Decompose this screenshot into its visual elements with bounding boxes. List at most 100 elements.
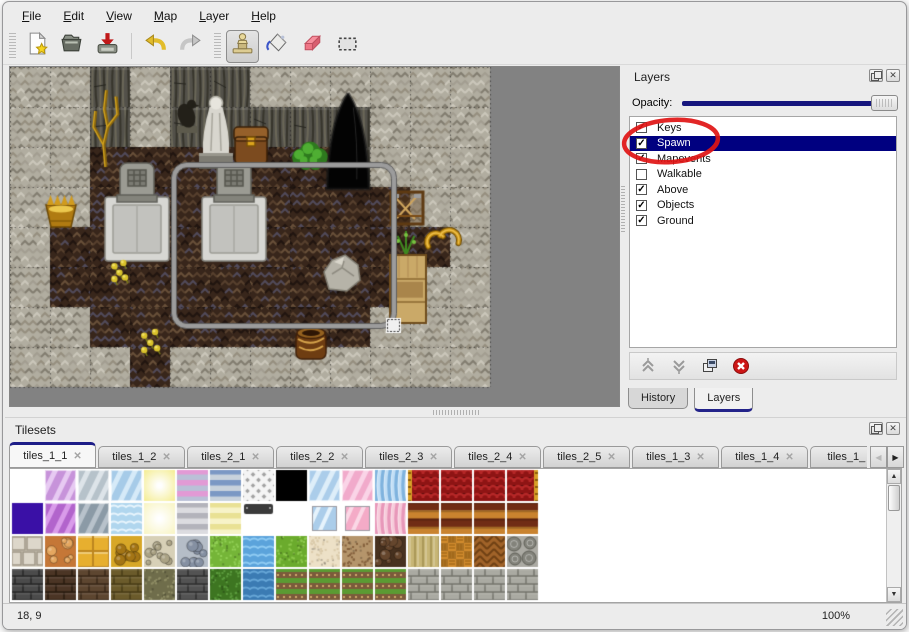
eraser-tool-icon: [300, 31, 325, 61]
redo-button[interactable]: [174, 30, 207, 63]
layer-checkbox[interactable]: ✓: [636, 138, 647, 149]
menu-edit[interactable]: Edit: [52, 6, 95, 27]
opacity-slider-handle[interactable]: [871, 95, 898, 111]
tilesets-panel-title: Tilesets: [15, 423, 56, 437]
menu-view[interactable]: View: [95, 6, 143, 27]
rect-select-tool-icon: [335, 31, 360, 61]
tileset-tab-tiles_1_[interactable]: tiles_1_✕: [810, 446, 867, 468]
menu-label: Edit: [63, 9, 84, 23]
layer-checkbox[interactable]: [636, 169, 647, 180]
tileset-tab-label: tiles_2_4: [468, 451, 512, 463]
menu-help[interactable]: Help: [240, 6, 287, 27]
layer-toolbar: [629, 352, 897, 380]
stamp-tool-icon: [230, 31, 255, 61]
save-file-icon: [95, 31, 120, 61]
layer-row-ground[interactable]: ✓Ground: [630, 213, 896, 229]
tab-close-icon[interactable]: ✕: [162, 452, 170, 463]
scrollbar-thumb[interactable]: [888, 485, 900, 511]
layer-row-walkable[interactable]: Walkable: [630, 167, 896, 183]
tileset-tab-label: tiles_2_1: [201, 451, 245, 463]
move-layer-down-button[interactable]: [670, 357, 688, 375]
map-view[interactable]: [9, 66, 620, 407]
tileset-tab-tiles_2_2[interactable]: tiles_2_2 ✕: [276, 446, 363, 468]
open-file-button[interactable]: [56, 30, 89, 63]
tileset-tab-label: tiles_2_2: [290, 451, 334, 463]
tab-close-icon[interactable]: ✕: [785, 452, 793, 463]
tab-scroll-left-icon[interactable]: ◀: [870, 446, 887, 468]
delete-layer-button[interactable]: [732, 357, 750, 375]
tileset-tab-tiles_1_4[interactable]: tiles_1_4✕: [721, 446, 808, 468]
toolbar-drag-handle[interactable]: [9, 33, 16, 59]
tileset-tab-tiles_2_5[interactable]: tiles_2_5✕: [543, 446, 630, 468]
tab-scroll-right-icon[interactable]: ▶: [887, 446, 904, 468]
zoom-level: 100%: [822, 610, 850, 622]
opacity-row: Opacity:: [632, 93, 898, 112]
save-file-button[interactable]: [91, 30, 124, 63]
layer-row-objects[interactable]: ✓Objects: [630, 198, 896, 214]
status-bar: 18, 9 100%: [3, 603, 906, 629]
tileset-tab-tiles_2_3[interactable]: tiles_2_3 ✕: [365, 446, 452, 468]
tileset-tabbar: tiles_1_1✕tiles_1_2✕ tiles_2_1 ✕ tiles_2_2 ✕…: [9, 442, 867, 468]
tab-close-icon[interactable]: ✕: [73, 451, 81, 462]
tilesets-panel-close-button[interactable]: ✕: [886, 422, 900, 435]
tab-close-icon[interactable]: ✕: [340, 452, 348, 463]
menu-map[interactable]: Map: [143, 6, 188, 27]
toolbar-drag-handle[interactable]: [214, 33, 221, 59]
toolbar-separator: [131, 33, 132, 59]
layer-row-spawn[interactable]: ✓ Spawn: [630, 136, 896, 152]
layer-row-keys[interactable]: ✓Keys: [630, 120, 896, 136]
rect-select-tool-button[interactable]: [331, 30, 364, 63]
tileset-tab-tiles_1_3[interactable]: tiles_1_3 ✕: [632, 446, 719, 468]
map-canvas[interactable]: [10, 67, 619, 406]
layers-panel-title: Layers: [634, 70, 670, 84]
menu-label: View: [106, 9, 132, 23]
dock-tab-layers[interactable]: Layers: [694, 388, 753, 412]
tab-close-icon[interactable]: ✕: [518, 452, 526, 463]
fill-tool-button[interactable]: [261, 30, 294, 63]
tileset-tab-tiles_1_1[interactable]: tiles_1_1✕: [9, 442, 96, 468]
layer-checkbox[interactable]: ✓: [636, 153, 647, 164]
resize-grip[interactable]: [886, 609, 903, 626]
tab-close-icon[interactable]: ✕: [607, 452, 615, 463]
move-layer-up-button[interactable]: [639, 357, 657, 375]
tileset-tab-tiles_2_4[interactable]: tiles_2_4 ✕: [454, 446, 541, 468]
layer-list: ✓Keys✓Spawn✓MapeventsWalkable✓Above✓Obje…: [629, 116, 897, 348]
layers-panel-titlebar: Layers ✕: [626, 66, 904, 88]
duplicate-layer-button[interactable]: [701, 357, 719, 375]
layer-checkbox[interactable]: ✓: [636, 122, 647, 133]
layer-checkbox[interactable]: ✓: [636, 215, 647, 226]
cursor-position: 18, 9: [17, 610, 41, 622]
layer-checkbox[interactable]: ✓: [636, 200, 647, 211]
layer-row-mapevents[interactable]: ✓Mapevents: [630, 151, 896, 167]
menu-file[interactable]: File: [11, 6, 52, 27]
layer-name: Spawn: [657, 137, 691, 149]
tab-close-icon[interactable]: ✕: [251, 452, 259, 463]
tileset-tab-tiles_2_1[interactable]: tiles_2_1 ✕: [187, 446, 274, 468]
tileset-scrollbar[interactable]: ▲ ▼: [886, 469, 901, 602]
undo-icon: [143, 31, 168, 61]
new-file-button[interactable]: [21, 30, 54, 63]
tileset-tab-tiles_1_2[interactable]: tiles_1_2✕: [98, 446, 185, 468]
tab-close-icon[interactable]: ✕: [696, 452, 704, 463]
tileset-tab-label: tiles_2_3: [379, 451, 423, 463]
layers-panel-close-button[interactable]: ✕: [886, 69, 900, 82]
tilesets-panel: Tilesets ✕ tiles_1_1✕tiles_1_2✕tiles_2_1…: [5, 417, 906, 604]
splitter-grip-icon: [433, 410, 479, 415]
horizontal-splitter[interactable]: [3, 407, 621, 417]
undo-button[interactable]: [139, 30, 172, 63]
stamp-tool-button[interactable]: [226, 30, 259, 63]
opacity-slider[interactable]: [680, 94, 898, 112]
menu-layer[interactable]: Layer: [188, 6, 240, 27]
tilesets-panel-float-button[interactable]: [869, 422, 883, 435]
fill-tool-icon: [265, 31, 290, 61]
layer-checkbox[interactable]: ✓: [636, 184, 647, 195]
tileset-canvas[interactable]: [10, 469, 540, 602]
layers-panel-float-button[interactable]: [869, 69, 883, 82]
scroll-up-icon[interactable]: ▲: [887, 469, 901, 484]
dock-tab-history[interactable]: History: [628, 388, 688, 409]
layer-row-above[interactable]: ✓Above: [630, 182, 896, 198]
tab-close-icon[interactable]: ✕: [429, 452, 437, 463]
tileset-tab-label: tiles_1_3: [646, 451, 690, 463]
scroll-down-icon[interactable]: ▼: [887, 587, 901, 602]
eraser-tool-button[interactable]: [296, 30, 329, 63]
